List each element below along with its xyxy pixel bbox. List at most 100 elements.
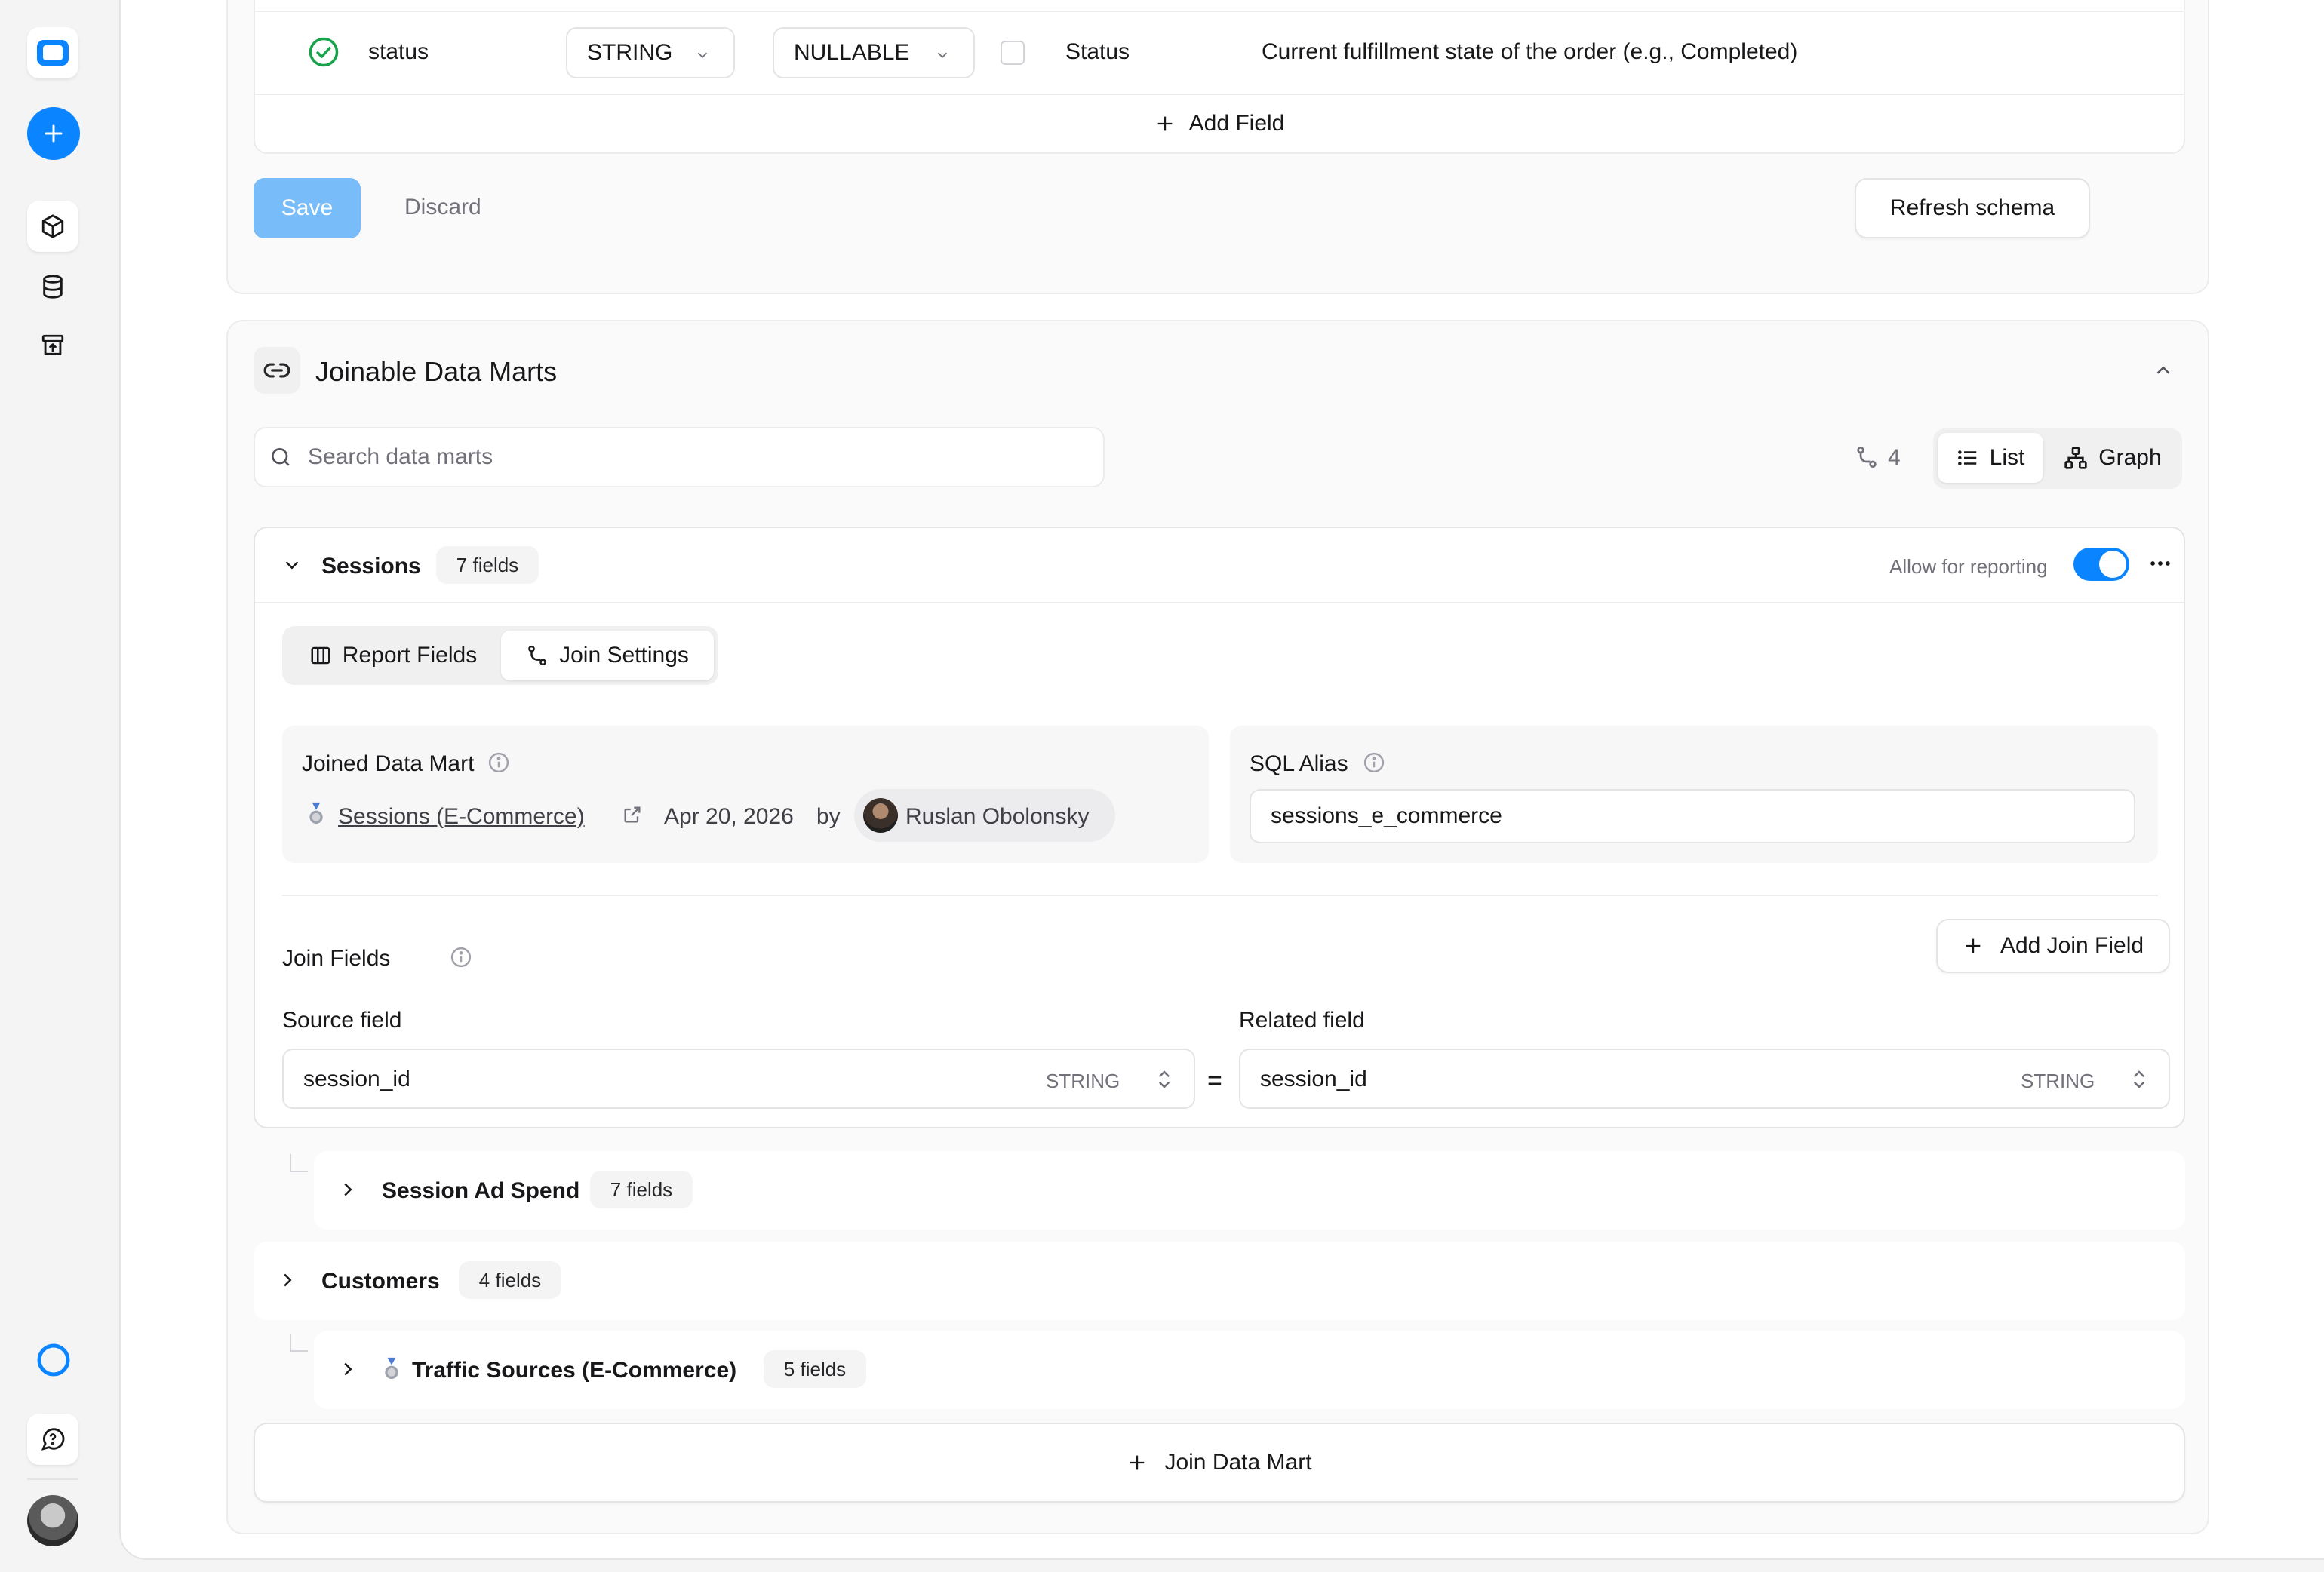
chevron-right-icon[interactable] — [337, 1358, 359, 1380]
schema-table: status STRING NULLABLE Status Current fu… — [254, 0, 2185, 154]
view-list-label: List — [1989, 445, 2025, 470]
add-join-field-button[interactable]: Add Join Field — [1936, 919, 2170, 973]
join-branch-icon — [526, 644, 549, 667]
search-data-marts-input[interactable]: Search data marts — [254, 427, 1105, 487]
more-options-icon[interactable] — [2147, 551, 2173, 576]
related-field-type: STRING — [2021, 1070, 2095, 1092]
add-field-label: Add Field — [1188, 111, 1285, 136]
joined-user-name: Ruslan Obolonsky — [905, 804, 1090, 829]
sessions-mart-card: Sessions 7 fields Allow for reporting Re… — [254, 527, 2185, 1128]
link-icon — [254, 347, 300, 394]
app-logo-icon[interactable] — [27, 27, 78, 78]
join-data-mart-label: Join Data Mart — [1164, 1450, 1312, 1475]
joinable-data-marts-card: Joinable Data Marts Search data marts 4 … — [226, 320, 2209, 1534]
field-name[interactable]: status — [368, 39, 429, 65]
new-plus-icon[interactable] — [27, 107, 80, 160]
field-mode-select[interactable]: NULLABLE — [773, 27, 975, 78]
search-placeholder: Search data marts — [308, 444, 493, 469]
field-description[interactable]: Current fulfillment state of the order (… — [1262, 39, 1797, 65]
mart-name: Session Ad Spend — [382, 1178, 580, 1203]
user-avatar[interactable] — [27, 1495, 78, 1546]
joined-by: by — [816, 804, 841, 829]
rail-divider — [27, 1478, 78, 1480]
storage-database-icon[interactable] — [27, 261, 78, 312]
help-chat-icon[interactable] — [27, 1414, 78, 1465]
status-ring-icon[interactable] — [35, 1341, 72, 1379]
source-field-label: Source field — [282, 1008, 402, 1033]
info-icon — [487, 751, 510, 774]
field-alias[interactable]: Status — [1065, 39, 1130, 65]
mart-tabs: Report Fields Join Settings — [282, 626, 718, 685]
external-link-icon[interactable] — [622, 804, 643, 825]
allow-reporting-label: Allow for reporting — [1889, 555, 2048, 578]
columns-icon — [309, 644, 332, 667]
search-icon — [269, 445, 293, 469]
info-icon — [1363, 751, 1385, 774]
save-button[interactable]: Save — [254, 178, 361, 238]
chevron-right-icon[interactable] — [276, 1269, 299, 1291]
view-toggle: List Graph — [1933, 428, 2182, 489]
sql-alias-input[interactable]: sessions_e_commerce — [1250, 789, 2135, 843]
join-settings-divider — [282, 895, 2158, 896]
chevron-right-icon[interactable] — [337, 1178, 359, 1201]
sql-alias-box: SQL Alias sessions_e_commerce — [1230, 726, 2158, 863]
plus-icon — [1154, 113, 1176, 134]
chevrons-up-down-icon — [2128, 1067, 2150, 1092]
field-type-select[interactable]: STRING — [566, 27, 735, 78]
collapse-chevron-up-icon[interactable] — [2152, 359, 2175, 382]
mart-header-divider — [255, 602, 2184, 603]
source-field-select[interactable]: session_id STRING — [282, 1049, 1195, 1109]
related-field-label: Related field — [1239, 1008, 1365, 1033]
left-rail — [0, 0, 106, 1572]
join-branch-icon — [1855, 445, 1879, 469]
equals-sign: = — [1207, 1067, 1222, 1095]
fields-count-badge: 7 fields — [590, 1171, 693, 1208]
related-field-select[interactable]: session_id STRING — [1239, 1049, 2170, 1109]
fields-count-badge: 4 fields — [459, 1261, 561, 1299]
mart-row-session-ad-spend[interactable]: Session Ad Spend 7 fields — [314, 1151, 2185, 1230]
nested-connector-icon — [290, 1334, 308, 1352]
schema-card: status STRING NULLABLE Status Current fu… — [226, 0, 2209, 294]
mart-row-traffic-sources[interactable]: Traffic Sources (E-Commerce) 5 fields — [314, 1331, 2185, 1409]
chevron-down-icon — [934, 47, 951, 63]
chevron-down-icon[interactable] — [281, 554, 303, 576]
related-field-value: session_id — [1260, 1067, 1367, 1091]
tab-join-settings[interactable]: Join Settings — [501, 631, 714, 680]
allow-reporting-toggle[interactable] — [2073, 548, 2129, 581]
join-fields-label: Join Fields — [282, 946, 391, 971]
sql-alias-label: SQL Alias — [1250, 751, 1348, 776]
tab-report-fields[interactable]: Report Fields — [287, 631, 500, 680]
data-marts-cube-icon[interactable] — [27, 201, 78, 252]
check-circle-icon — [308, 36, 340, 68]
section-title: Joinable Data Marts — [315, 356, 558, 387]
refresh-schema-button[interactable]: Refresh schema — [1855, 178, 2090, 238]
mart-row-customers[interactable]: Customers 4 fields — [254, 1242, 2185, 1320]
primary-key-checkbox[interactable] — [1001, 41, 1025, 65]
mart-name: Customers — [321, 1269, 440, 1294]
field-mode-value: NULLABLE — [794, 40, 910, 65]
join-count: 4 — [1888, 445, 1901, 470]
mart-name[interactable]: Sessions — [321, 554, 421, 579]
user-avatar — [863, 798, 898, 833]
list-icon — [1957, 447, 1979, 469]
chevron-down-icon — [694, 47, 711, 63]
info-icon — [450, 946, 472, 969]
plus-icon — [1963, 935, 1984, 956]
view-graph-button[interactable]: Graph — [2046, 433, 2179, 483]
tab-report-fields-label: Report Fields — [342, 643, 478, 668]
fields-count-badge: 5 fields — [764, 1350, 866, 1388]
add-field-button[interactable]: Add Field — [255, 95, 2184, 152]
join-data-mart-button[interactable]: Join Data Mart — [254, 1423, 2185, 1503]
view-list-button[interactable]: List — [1938, 433, 2043, 483]
plus-icon — [1127, 1452, 1148, 1473]
joined-date: Apr 20, 2026 — [664, 804, 794, 829]
joined-data-mart-link[interactable]: Sessions (E-Commerce) — [338, 804, 585, 830]
add-join-field-label: Add Join Field — [2000, 933, 2144, 958]
discard-button[interactable]: Discard — [404, 195, 481, 220]
joined-data-mart-box: Joined Data Mart Sessions (E-Commerce) A… — [282, 726, 1209, 863]
tab-join-settings-label: Join Settings — [559, 643, 689, 668]
source-field-type: STRING — [1046, 1070, 1120, 1092]
medal-icon — [382, 1356, 401, 1382]
source-field-value: session_id — [303, 1067, 410, 1091]
destinations-archive-icon[interactable] — [27, 320, 78, 371]
